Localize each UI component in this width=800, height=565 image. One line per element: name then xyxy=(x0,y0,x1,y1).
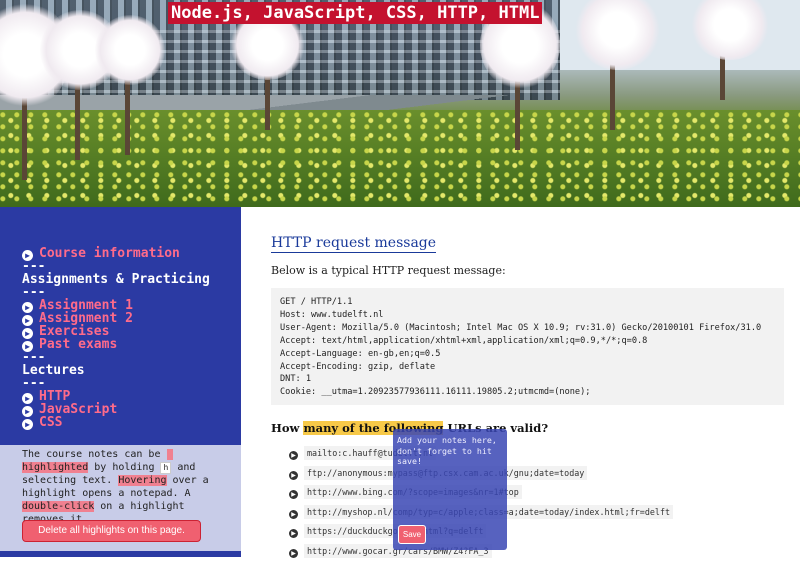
site-title: Node.js, JavaScript, CSS, HTTP, HTML xyxy=(168,2,542,24)
nav-section-heading: Assignments & Practicing xyxy=(22,272,210,287)
intro-text: Below is a typical HTTP request message: xyxy=(271,264,506,277)
note-textarea[interactable]: Add your notes here, don't forget to hit… xyxy=(397,435,503,467)
code-line: GET / HTTP/1.1 xyxy=(280,296,775,309)
nav-heading-row: Assignments & Practicing xyxy=(22,273,210,286)
highlight-help-text: The course notes can be highlighted by h… xyxy=(22,448,222,526)
nav-link-css[interactable]: ▶ CSS xyxy=(22,416,210,429)
daffodil-field xyxy=(0,110,800,207)
delete-highlights-button[interactable]: Delete all highlights on this page. xyxy=(22,520,201,542)
note-popup[interactable]: Add your notes here, don't forget to hit… xyxy=(393,429,507,550)
nav-link-label[interactable]: Past exams xyxy=(39,337,117,352)
nav-link-label[interactable]: CSS xyxy=(39,415,62,430)
code-line: User-Agent: Mozilla/5.0 (Macintosh; Inte… xyxy=(280,322,775,335)
nav-heading-row: Lectures xyxy=(22,364,210,377)
code-line: Host: www.tudelft.nl xyxy=(280,309,775,322)
sidebar: ▶Course information---Assignments & Prac… xyxy=(0,207,241,557)
highlight-sample: double-click xyxy=(22,501,94,512)
arrow-circle-icon: ▶ xyxy=(289,471,298,480)
arrow-circle-icon: ▶ xyxy=(289,490,298,499)
sidebar-nav: ▶Course information---Assignments & Prac… xyxy=(22,247,210,429)
key-h-badge: h xyxy=(160,462,171,474)
code-line: Accept: text/html,application/xhtml+xml,… xyxy=(280,335,775,348)
nav-link-label[interactable]: Course information xyxy=(39,246,180,261)
arrow-circle-icon: ▶ xyxy=(289,451,298,460)
arrow-circle-icon: ▶ xyxy=(22,419,33,430)
header-banner-image: Node.js, JavaScript, CSS, HTTP, HTML xyxy=(0,0,800,207)
arrow-circle-icon: ▶ xyxy=(289,529,298,538)
highlight-sample: highlighted xyxy=(22,462,88,473)
code-line: Cookie: __utma=1.20923577936111.16111.19… xyxy=(280,386,775,399)
code-line: Accept-Language: en-gb,en;q=0.5 xyxy=(280,348,775,361)
highlight-help-box: The course notes can be highlighted by h… xyxy=(0,445,241,551)
save-note-button[interactable]: Save xyxy=(398,525,426,544)
section-title: HTTP request message xyxy=(271,234,436,253)
highlight-sample: Hovering xyxy=(118,475,166,486)
highlight-sample xyxy=(167,449,173,460)
code-line: DNT: 1 xyxy=(280,373,775,386)
http-request-code-block: GET / HTTP/1.1Host: www.tudelft.nlUser-A… xyxy=(271,288,784,405)
nav-link-course-information[interactable]: ▶Course information xyxy=(22,247,210,260)
arrow-circle-icon: ▶ xyxy=(289,510,298,519)
code-line: Accept-Encoding: gzip, deflate xyxy=(280,361,775,374)
arrow-circle-icon: ▶ xyxy=(289,549,298,558)
main-content: HTTP request message Below is a typical … xyxy=(241,207,800,557)
nav-link-past-exams[interactable]: ▶Past exams xyxy=(22,338,210,351)
